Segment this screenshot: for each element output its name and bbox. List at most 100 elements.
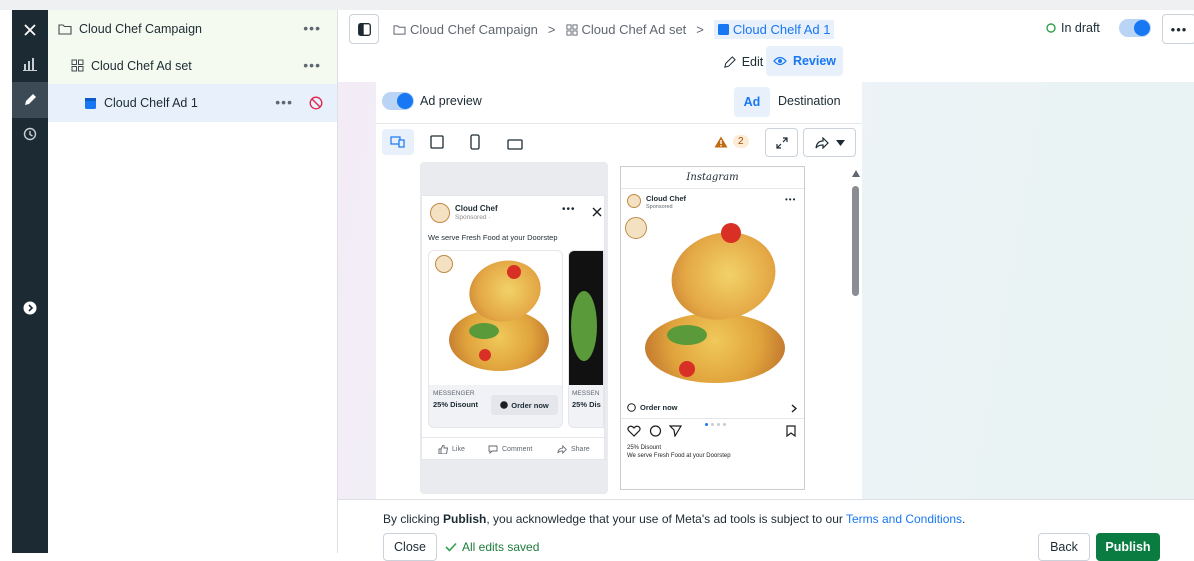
- send-icon[interactable]: [669, 425, 682, 437]
- ad-icon: [85, 97, 96, 109]
- vertical-format-icon[interactable]: [470, 134, 480, 155]
- warning-count: 2: [733, 135, 749, 148]
- caption-text: We serve Fresh Food at your Doorstep: [627, 453, 731, 459]
- more-icon[interactable]: •••: [275, 94, 293, 110]
- chevron-down-icon: [835, 139, 845, 146]
- more-icon[interactable]: •••: [785, 195, 796, 204]
- checkmark-icon: [445, 542, 457, 552]
- tree-label-adset: Cloud Chef Ad set: [91, 58, 192, 73]
- breadcrumb-ad-label: Cloud Chelf Ad 1: [732, 22, 831, 37]
- terms-text: By clicking Publish, you acknowledge tha…: [383, 512, 966, 526]
- share-dropdown-button[interactable]: [803, 128, 856, 157]
- heart-icon[interactable]: [627, 425, 641, 437]
- fullscreen-button[interactable]: [765, 128, 798, 157]
- carousel-card[interactable]: MESSENGER 25% Disount Order now: [428, 250, 563, 428]
- tree-item-campaign[interactable]: Cloud Chef Campaign •••: [48, 10, 337, 47]
- grid-icon: [71, 59, 84, 72]
- more-icon: •••: [1170, 21, 1188, 37]
- scrollbar-thumb[interactable]: [852, 186, 859, 296]
- sponsored-label: Sponsored: [646, 204, 673, 210]
- carousel-card[interactable]: MESSEN 25% Dis: [568, 250, 604, 428]
- bar-chart-icon[interactable]: [12, 46, 48, 82]
- pencil-icon: [723, 55, 736, 68]
- primary-text: We serve Fresh Food at your Doorstep: [428, 233, 558, 242]
- page-avatar: [627, 194, 641, 208]
- order-now-bar[interactable]: Order now: [621, 397, 804, 419]
- status-label: In draft: [1061, 21, 1100, 35]
- order-now-button[interactable]: Order now: [491, 395, 558, 415]
- breadcrumb-campaign[interactable]: Cloud Chef Campaign: [410, 22, 538, 37]
- status-badge: In draft: [1046, 21, 1100, 35]
- breadcrumb-adset[interactable]: Cloud Chef Ad set: [582, 22, 687, 37]
- ad-icon: [717, 24, 729, 35]
- back-button[interactable]: Back: [1038, 533, 1090, 561]
- history-icon[interactable]: [12, 116, 48, 152]
- folder-icon: [393, 25, 406, 35]
- messenger-icon: [500, 401, 509, 409]
- square-format-icon[interactable]: [430, 135, 444, 154]
- draft-status-icon: [1046, 23, 1056, 33]
- landscape-format-icon[interactable]: [507, 137, 523, 155]
- bookmark-icon[interactable]: [786, 425, 796, 437]
- like-button[interactable]: Like: [438, 445, 465, 454]
- breadcrumb-ad[interactable]: Cloud Chelf Ad 1: [713, 20, 835, 39]
- comment-icon[interactable]: [649, 425, 662, 438]
- close-icon[interactable]: [12, 12, 48, 48]
- prohibited-icon[interactable]: [309, 96, 323, 110]
- share-icon: [814, 136, 829, 149]
- page-name: Cloud Chef: [455, 204, 498, 213]
- tab-ad[interactable]: Ad: [734, 87, 770, 117]
- more-icon[interactable]: •••: [303, 20, 321, 36]
- pizza-image: [621, 213, 804, 395]
- editor-header: Cloud Chef Campaign > Cloud Chef Ad set …: [338, 10, 1194, 82]
- card-source: MESSENGER: [433, 390, 475, 397]
- footer-bar: By clicking Publish, you acknowledge tha…: [338, 499, 1194, 561]
- page-name: Cloud Chef: [646, 194, 686, 203]
- more-icon[interactable]: •••: [562, 204, 576, 215]
- comment-icon: [488, 445, 498, 454]
- ad-preview-toggle[interactable]: [382, 92, 414, 110]
- close-icon[interactable]: [592, 207, 602, 217]
- terms-link[interactable]: Terms and Conditions: [846, 512, 962, 526]
- review-label: Review: [792, 54, 837, 68]
- structure-panel: Cloud Chef Campaign ••• Cloud Chef Ad se…: [48, 10, 338, 553]
- placement-all-button[interactable]: [382, 129, 414, 155]
- warning-icon: [714, 136, 728, 147]
- caption-title: 25% Disount: [627, 445, 662, 451]
- status-toggle[interactable]: [1119, 19, 1151, 37]
- tree-item-ad[interactable]: Cloud Chelf Ad 1 •••: [48, 84, 337, 122]
- panel-toggle-button[interactable]: [349, 14, 379, 44]
- divider: [376, 123, 862, 124]
- scroll-up-icon[interactable]: [852, 164, 860, 177]
- expand-arrows-icon: [775, 136, 788, 149]
- publish-button[interactable]: Publish: [1096, 533, 1160, 561]
- pizza-image: [429, 251, 562, 385]
- carousel-dots: [705, 423, 726, 426]
- chevron-right-icon: [791, 404, 797, 413]
- sidebar-icon: [357, 22, 371, 36]
- share-button[interactable]: Share: [557, 445, 590, 454]
- close-button[interactable]: Close: [383, 533, 437, 561]
- grid-icon: [565, 23, 578, 36]
- devices-icon: [390, 136, 405, 148]
- tab-destination[interactable]: Destination: [778, 94, 841, 108]
- pencil-icon[interactable]: [12, 82, 48, 118]
- review-mode-button[interactable]: Review: [766, 46, 843, 76]
- more-options-button[interactable]: •••: [1162, 14, 1194, 44]
- warnings-indicator[interactable]: 2: [714, 135, 749, 148]
- tree-label-campaign: Cloud Chef Campaign: [79, 21, 202, 36]
- page-avatar: [430, 203, 450, 223]
- like-icon: [438, 445, 448, 454]
- instagram-header: Instagram: [621, 167, 804, 189]
- browser-top-strip: [0, 0, 1194, 10]
- expand-icon[interactable]: [12, 290, 48, 326]
- instagram-ad-preview: Instagram Cloud Chef Sponsored ••• Order…: [620, 166, 805, 490]
- share-icon: [557, 445, 567, 454]
- tree-item-adset[interactable]: Cloud Chef Ad set •••: [48, 47, 337, 84]
- card-source: MESSEN: [572, 390, 600, 397]
- facebook-ad-preview: Cloud Chef Sponsored · ••• We serve Fres…: [421, 195, 606, 460]
- more-icon[interactable]: •••: [303, 57, 321, 73]
- comment-button[interactable]: Comment: [488, 445, 532, 454]
- save-status: All edits saved: [445, 540, 539, 554]
- messenger-icon: [627, 403, 636, 412]
